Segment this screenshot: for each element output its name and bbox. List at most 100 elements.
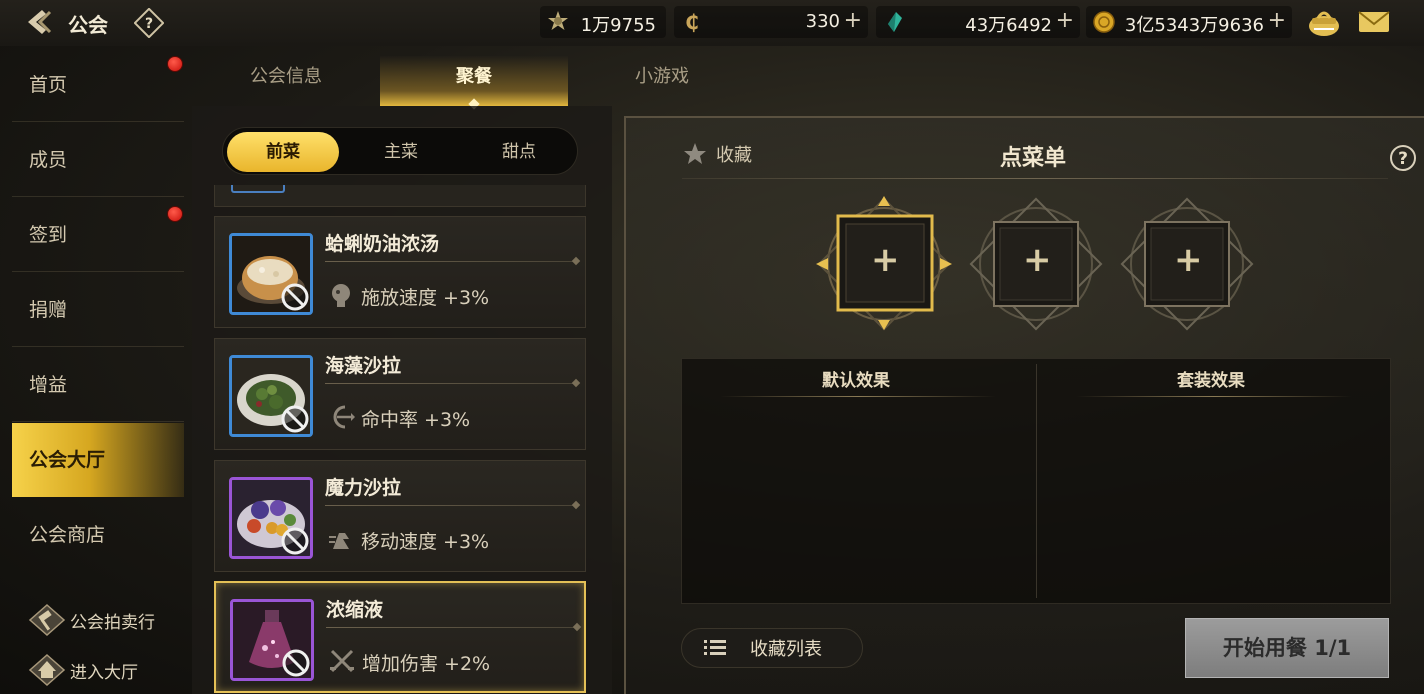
dish-name: 浓缩液 xyxy=(326,599,384,621)
tab-guild-info[interactable]: 公会信息 xyxy=(198,56,374,106)
svg-text:?: ? xyxy=(145,16,153,32)
set-effect-heading: 套装效果 xyxy=(1177,371,1245,391)
dish-effect: 施放速度 +3% xyxy=(361,287,490,309)
tab-dinner[interactable]: 聚餐 xyxy=(380,56,568,110)
dish-name: 海藻沙拉 xyxy=(325,355,402,377)
disabled-icon xyxy=(281,283,309,311)
list-item[interactable]: 海藻沙拉 命中率 +3% xyxy=(214,338,586,450)
coin-c-icon: ₵ xyxy=(685,10,699,34)
sidebar-item-label: 捐赠 xyxy=(29,299,68,321)
damage-icon xyxy=(330,649,354,673)
sidebar-item-label: 首页 xyxy=(29,74,68,96)
resource-coin-c: ₵ 330 + xyxy=(674,6,868,38)
enter-hall-label: 进入大厅 xyxy=(70,662,138,683)
tab-mini-games[interactable]: 小游戏 xyxy=(574,56,750,106)
bag-icon[interactable] xyxy=(1306,6,1342,38)
svg-text:₵: ₵ xyxy=(685,10,699,34)
subtab-label: 甜点 xyxy=(502,142,536,162)
disabled-icon xyxy=(281,405,309,433)
resource-coin-c-value: 330 xyxy=(805,11,840,32)
notification-dot xyxy=(167,206,183,222)
start-meal-label: 开始用餐 1/1 xyxy=(1222,636,1352,660)
sidebar-item-home[interactable]: 首页 xyxy=(12,48,184,122)
divider xyxy=(325,261,575,262)
svg-text:?: ? xyxy=(1398,149,1408,169)
back-arrow-icon[interactable] xyxy=(20,6,60,38)
add-coin-c-button[interactable]: + xyxy=(844,9,862,33)
dish-slot-2[interactable]: + xyxy=(968,196,1104,332)
subtab-appetizer[interactable]: 前菜 xyxy=(227,132,339,172)
list-item-selected[interactable]: 浓缩液 增加伤害 +2% xyxy=(214,581,586,693)
resource-gem: 43万6492 + xyxy=(876,6,1080,38)
tab-label: 小游戏 xyxy=(635,66,689,87)
default-effect-heading: 默认效果 xyxy=(822,371,890,391)
divider xyxy=(1076,396,1352,397)
disabled-icon xyxy=(282,649,310,677)
hall-icon xyxy=(28,653,66,687)
sidebar-item-guild-hall[interactable]: 公会大厅 xyxy=(12,423,184,497)
menu-title: 点菜单 xyxy=(1000,146,1067,171)
add-gem-button[interactable]: + xyxy=(1056,9,1074,33)
accuracy-icon xyxy=(333,405,355,429)
green-gem-icon xyxy=(888,12,902,32)
tab-label: 聚餐 xyxy=(456,66,492,87)
list-icon xyxy=(704,640,726,655)
favorite-list-label: 收藏列表 xyxy=(750,639,822,660)
list-item[interactable]: 魔力沙拉 移动速度 +3% xyxy=(214,460,586,572)
resource-gold: 3亿5343万9636 + xyxy=(1086,6,1292,38)
dish-effect: 增加伤害 +2% xyxy=(362,653,491,675)
honor-medal-icon xyxy=(548,11,568,30)
subtab-main-course[interactable]: 主菜 xyxy=(345,132,457,172)
sidebar-item-label: 成员 xyxy=(29,149,68,171)
guild-auction-label: 公会拍卖行 xyxy=(70,612,155,633)
disabled-icon xyxy=(281,527,309,555)
dish-name: 魔力沙拉 xyxy=(325,477,402,499)
mail-icon[interactable] xyxy=(1356,8,1392,36)
sidebar-item-label: 公会大厅 xyxy=(29,449,106,471)
list-item[interactable]: 蛤蜊奶油浓汤 施放速度 +3% xyxy=(214,216,586,328)
enter-hall-link[interactable]: 进入大厅 xyxy=(28,652,138,688)
cast-speed-icon xyxy=(332,284,350,307)
sidebar-item-label: 签到 xyxy=(29,224,68,246)
dish-slot-1[interactable]: + xyxy=(816,196,952,332)
divider xyxy=(325,383,575,384)
dish-slot-3[interactable]: + xyxy=(1119,196,1255,332)
add-gold-button[interactable]: + xyxy=(1268,9,1286,33)
divider xyxy=(326,627,576,628)
tab-label: 公会信息 xyxy=(250,66,322,87)
subtab-dessert[interactable]: 甜点 xyxy=(463,132,575,172)
sidebar-item-buff[interactable]: 增益 xyxy=(12,348,184,422)
resource-gold-value: 3亿5343万9636 xyxy=(1124,15,1264,36)
slot-plus: + xyxy=(1174,240,1203,280)
help-icon[interactable]: ? xyxy=(134,8,164,38)
sidebar-item-label: 增益 xyxy=(29,374,68,396)
resource-gem-value: 43万6492 xyxy=(965,15,1052,36)
subtab-label: 主菜 xyxy=(384,142,418,162)
subtab-label: 前菜 xyxy=(266,142,300,162)
effects-divider xyxy=(1036,364,1037,598)
list-item-partial[interactable] xyxy=(214,185,586,207)
divider xyxy=(325,505,575,506)
sidebar-item-donate[interactable]: 捐赠 xyxy=(12,273,184,347)
notification-dot xyxy=(167,56,183,72)
dish-effect: 移动速度 +3% xyxy=(361,531,490,553)
dish-thumb-partial xyxy=(231,185,285,193)
dish-name: 蛤蜊奶油浓汤 xyxy=(325,233,440,255)
gold-coin-icon xyxy=(1093,11,1115,33)
slot-plus: + xyxy=(871,240,900,280)
course-subtabs: 前菜 主菜 甜点 xyxy=(222,127,578,175)
favorite-button[interactable]: 收藏 xyxy=(682,141,752,167)
move-speed-icon xyxy=(329,533,349,549)
resource-honor: 1万9755 xyxy=(540,6,666,38)
sidebar-item-label: 公会商店 xyxy=(29,524,106,546)
sidebar-item-members[interactable]: 成员 xyxy=(12,123,184,197)
sidebar-item-checkin[interactable]: 签到 xyxy=(12,198,184,272)
start-meal-button[interactable]: 开始用餐 1/1 xyxy=(1185,618,1389,678)
guild-auction-link[interactable]: 公会拍卖行 xyxy=(28,602,155,638)
help-icon[interactable]: ? xyxy=(1388,143,1418,173)
sidebar: 首页 成员 签到 捐赠 增益 公会大厅 公会商店 公会拍卖行 进入大厅 xyxy=(0,46,190,694)
top-bar: 公会 ? 1万9755 ₵ 330 + 43万6492 + 3亿5343万963… xyxy=(0,0,1424,46)
favorite-list-button[interactable]: 收藏列表 xyxy=(681,628,863,668)
sidebar-item-guild-shop[interactable]: 公会商店 xyxy=(12,498,184,572)
title-divider xyxy=(682,178,1388,179)
